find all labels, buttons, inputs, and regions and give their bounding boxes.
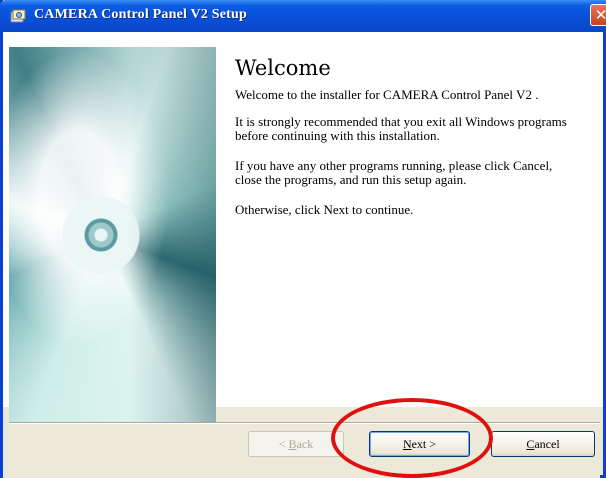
banner-shade [129,47,216,422]
installer-app-icon [10,9,26,23]
cd-disc-image [9,47,216,422]
paragraph-next-hint: Otherwise, click Next to continue. [235,202,414,217]
red-highlight-circle [331,398,493,478]
back-rest: ack [296,437,314,451]
welcome-subtitle: Welcome to the installer for CAMERA Cont… [235,87,539,102]
back-mnemonic: B [288,437,297,451]
cancel-rest: ancel [534,437,560,451]
paragraph-exit-programs: It is strongly recommended that you exit… [235,114,567,143]
page-heading: Welcome [235,56,331,80]
back-prefix: < [278,437,289,451]
close-icon[interactable]: ✕ [590,4,606,26]
title-bar[interactable]: CAMERA Control Panel V2 Setup ✕ [0,0,606,32]
window-title: CAMERA Control Panel V2 Setup [34,7,247,22]
cancel-button[interactable]: Cancel [491,431,595,457]
back-button[interactable]: < Back [248,431,344,457]
paragraph-cancel-hint: If you have any other programs running, … [235,158,553,187]
